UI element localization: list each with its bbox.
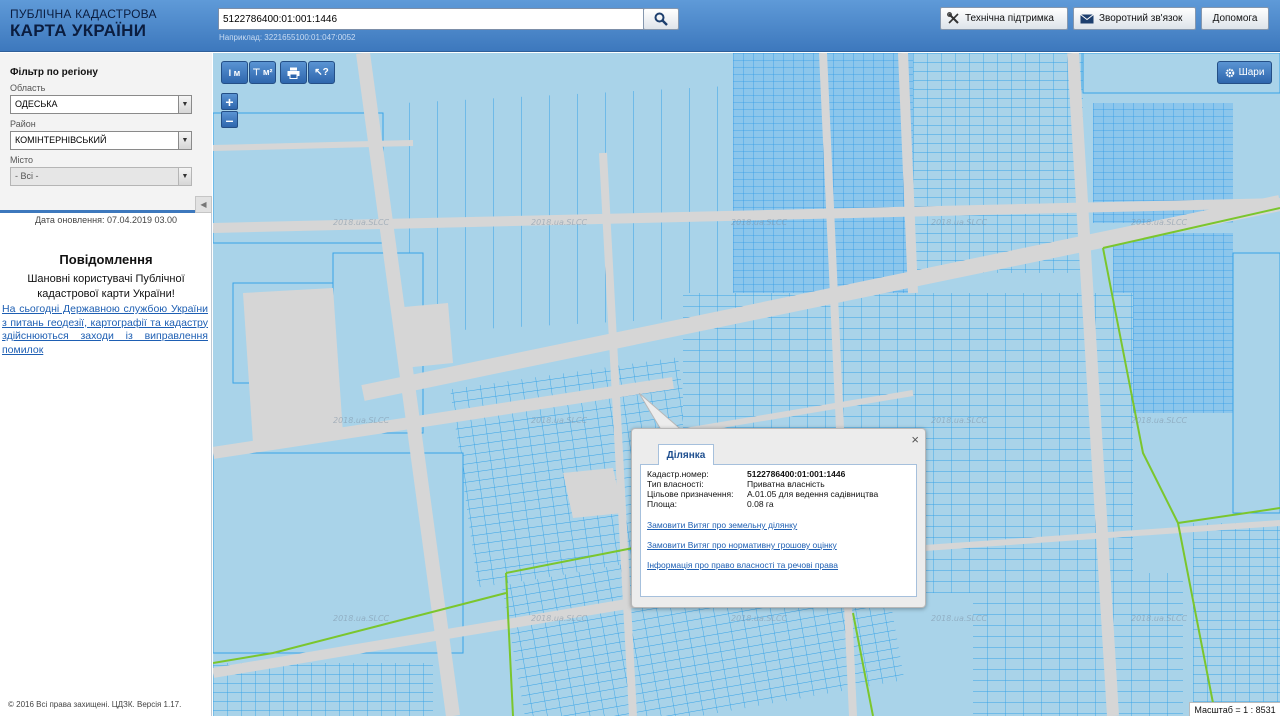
print-icon [287,67,300,79]
envelope-icon [1080,13,1094,23]
search-icon [654,12,668,26]
parcel-key: Площа: [647,499,677,509]
filter-title: Фільтр по регіону [10,67,98,78]
header-bar: ПУБЛІЧНА КАДАСТРОВА КАРТА УКРАЇНИ Наприк… [0,0,1280,52]
measure-area-button[interactable]: ⊤ м² [249,61,276,84]
chevron-down-icon[interactable]: ▼ [178,168,191,185]
region-filter-panel: Фільтр по регіону Область ОДЕСЬКА ▼ Райо… [0,53,212,213]
parcel-key: Тип власності: [647,479,704,489]
search-button[interactable] [643,8,679,30]
cadastral-search-input[interactable] [218,8,644,30]
parcel-info-popup: × Ділянка Кадастр.номер: 5122786400:01:0… [631,428,926,608]
map-watermark: 2018.ua.SLCC [1131,614,1188,623]
map-watermark: 2018.ua.SLCC [531,614,588,623]
parcel-value: 5122786400:01:001:1446 [747,469,846,479]
ownership-info-link[interactable]: Інформація про право власності та речові… [647,560,838,570]
area-ruler-icon: ⊤ м² [252,67,273,77]
search-example-hint: Наприклад: 3221655100:01:047:0052 [219,33,356,42]
tab-parcel[interactable]: Ділянка [658,444,714,465]
chevron-down-icon[interactable]: ▼ [178,132,191,149]
order-parcel-extract-link[interactable]: Замовити Витяг про земельну ділянку [647,520,797,530]
layers-button[interactable]: Шари [1217,61,1272,84]
city-select-value: - Всі - [15,171,39,181]
parcel-value: 0.08 га [747,499,774,509]
cadastral-map[interactable]: 2018.ua.SLCC 2018.ua.SLCC 2018.ua.SLCC 2… [213,53,1280,716]
district-select[interactable]: КОМІНТЕРНІВСЬКИЙ ▼ [10,131,192,150]
map-watermark: 2018.ua.SLCC [1131,416,1188,425]
logo-line-2: КАРТА УКРАЇНИ [10,21,147,40]
sidebar: Фільтр по регіону Область ОДЕСЬКА ▼ Райо… [0,53,212,716]
map-watermark: 2018.ua.SLCC [531,218,588,227]
gear-icon [1225,68,1234,77]
parcel-key: Кадастр.номер: [647,469,709,479]
update-date: Дата оновлення: 07.04.2019 03.00 [34,215,178,225]
plus-icon: + [225,93,234,110]
tech-support-label: Технічна підтримка [965,13,1054,24]
district-select-value: КОМІНТЕРНІВСЬКИЙ [15,135,107,145]
collapse-arrow-icon: ◀ [200,200,207,209]
help-button[interactable]: Допомога [1201,7,1269,30]
print-button[interactable] [280,61,307,84]
city-select[interactable]: - Всі - ▼ [10,167,192,186]
parcel-value: A.01.05 для ведення садівництва [747,489,879,499]
popup-body: Кадастр.номер: 5122786400:01:001:1446 Ти… [640,464,917,597]
parcel-key: Цільове призначення: [647,489,734,499]
map-watermark: 2018.ua.SLCC [731,218,788,227]
parcel-value: Приватна власність [747,479,825,489]
logo-line-1: ПУБЛІЧНА КАДАСТРОВА [10,7,157,21]
tech-support-button[interactable]: Технічна підтримка [940,7,1068,30]
district-label: Район [10,119,36,129]
identify-button[interactable]: ↖? [308,61,335,84]
map-watermark: 2018.ua.SLCC [333,614,390,623]
map-watermark: 2018.ua.SLCC [731,614,788,623]
zoom-out-button[interactable]: – [221,111,238,128]
help-label: Допомога [1212,13,1258,24]
map-watermark: 2018.ua.SLCC [931,218,988,227]
tools-icon [947,12,959,24]
zoom-in-button[interactable]: + [221,93,238,110]
map-watermark: 2018.ua.SLCC [531,416,588,425]
collapse-sidebar-button[interactable]: ◀ [195,196,212,213]
layers-label: Шари [1238,67,1265,78]
feedback-label: Зворотний зв'язок [1099,13,1183,24]
close-icon[interactable]: × [911,432,919,447]
order-valuation-extract-link[interactable]: Замовити Витяг про нормативну грошову оц… [647,540,837,550]
ruler-icon: I м [228,67,241,78]
measure-length-button[interactable]: I м [221,61,248,84]
site-logo[interactable]: ПУБЛІЧНА КАДАСТРОВА КАРТА УКРАЇНИ [10,8,157,39]
notice-link[interactable]: На сьогодні Державною службою України з … [2,303,208,357]
map-scale: Масштаб = 1 : 8531 [1189,702,1280,716]
map-watermark: 2018.ua.SLCC [1131,218,1188,227]
pointer-question-icon: ↖? [314,67,329,78]
chevron-down-icon[interactable]: ▼ [178,96,191,113]
map-watermark: 2018.ua.SLCC [931,614,988,623]
region-label: Область [10,83,46,93]
feedback-button[interactable]: Зворотний зв'язок [1073,7,1196,30]
minus-icon: – [225,111,234,128]
map-watermark: 2018.ua.SLCC [931,416,988,425]
region-select-value: ОДЕСЬКА [15,99,58,109]
map-watermark: 2018.ua.SLCC [333,416,390,425]
city-label: Місто [10,155,34,165]
region-select[interactable]: ОДЕСЬКА ▼ [10,95,192,114]
map-watermark: 2018.ua.SLCC [333,218,390,227]
notice-greeting: Шановні користувачі Публічної кадастрово… [27,273,185,300]
map-canvas[interactable]: 2018.ua.SLCC 2018.ua.SLCC 2018.ua.SLCC 2… [213,53,1280,716]
notice-title: Повідомлення [59,252,153,267]
copyright-text: © 2016 Всі права захищені. ЦДЗК. Версія … [8,700,182,709]
